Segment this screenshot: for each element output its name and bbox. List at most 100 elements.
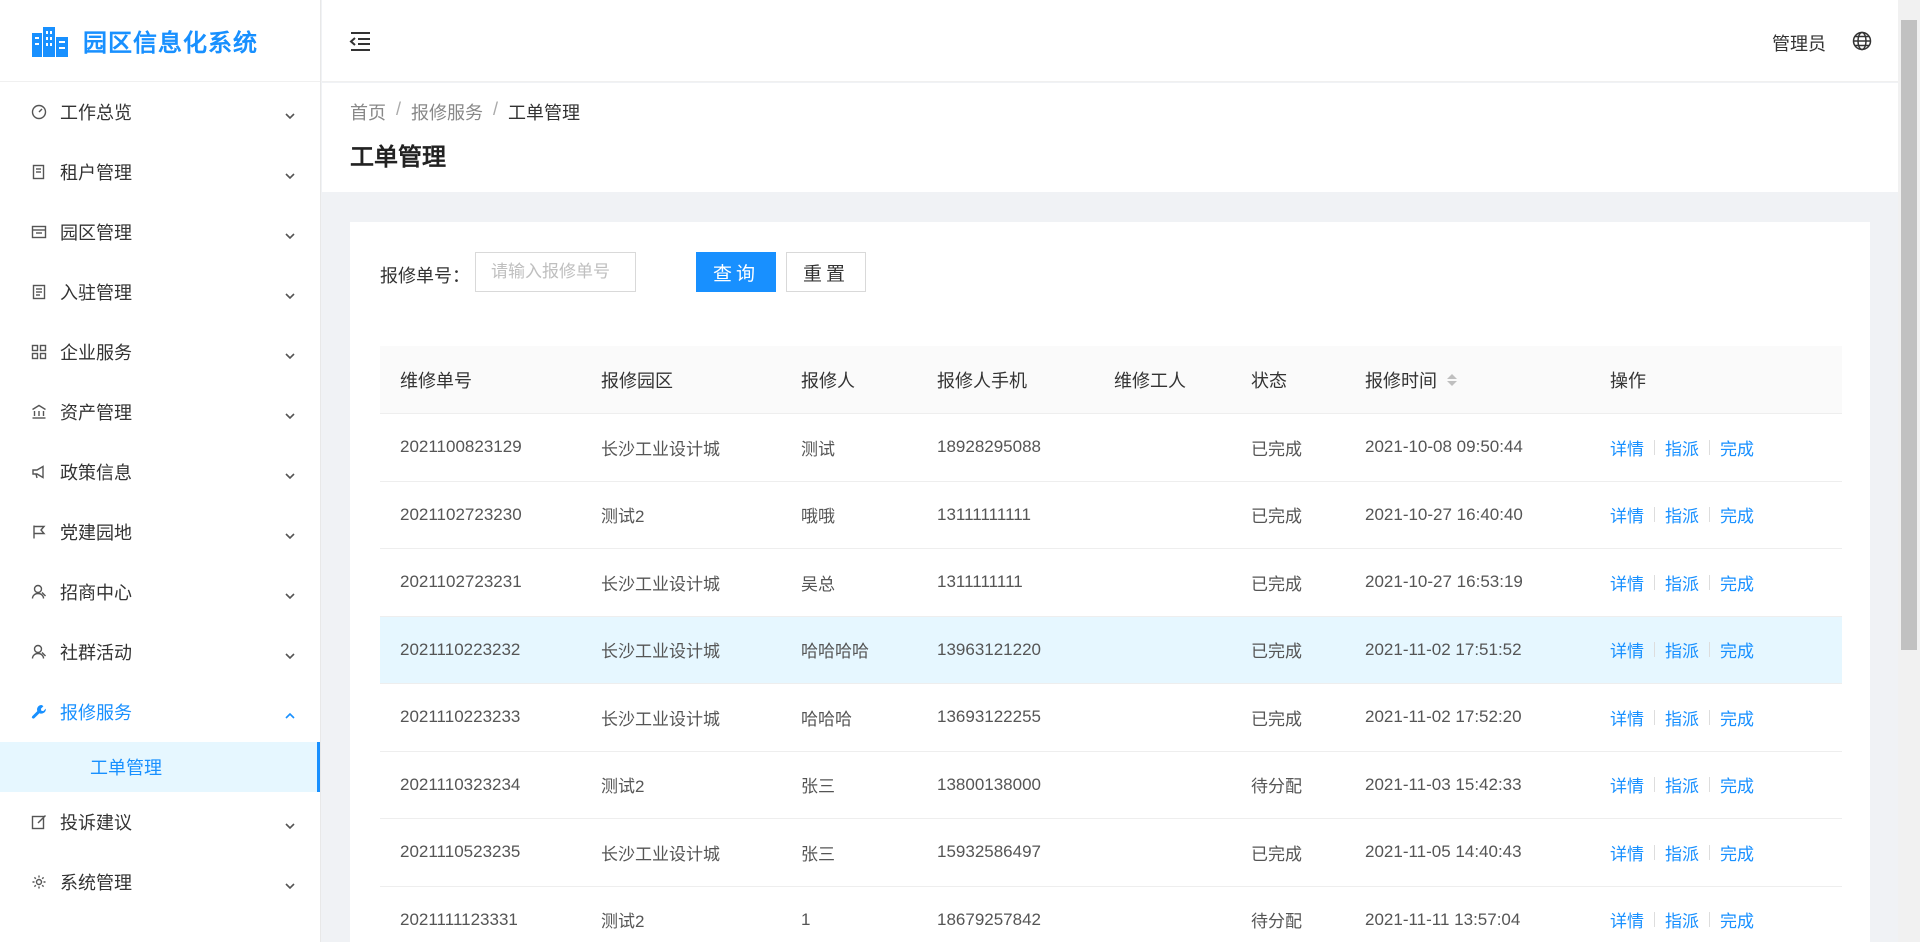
cell-reporter: 张三 <box>801 844 835 864</box>
sidebar-item-10[interactable]: 报修服务 <box>0 682 320 742</box>
wrench-icon <box>30 703 48 721</box>
detail-link[interactable]: 详情 <box>1610 772 1644 797</box>
table-row[interactable]: 2021110523235 长沙工业设计城 张三 15932586497 已完成 2021… <box>380 819 1842 887</box>
detail-link[interactable]: 详情 <box>1610 570 1644 595</box>
chevron-down-icon <box>284 646 296 660</box>
edit-icon <box>30 813 48 831</box>
assign-link[interactable]: 指派 <box>1665 772 1699 797</box>
sidebar-item-label: 资产管理 <box>60 403 132 423</box>
cell-actions: 详情 指派 完成 <box>1590 705 1842 730</box>
col-header-actions: 操作 <box>1610 370 1646 391</box>
complete-link[interactable]: 完成 <box>1720 502 1754 527</box>
action-divider <box>1709 574 1710 590</box>
cell-phone: 13800138000 <box>937 774 1042 794</box>
sidebar-item-12[interactable]: 系统管理 <box>0 852 320 912</box>
sidebar-item-5[interactable]: 资产管理 <box>0 382 320 442</box>
cell-order-no: 2021100823129 <box>400 437 522 457</box>
cell-order-no: 2021110223232 <box>400 639 521 659</box>
assign-link[interactable]: 指派 <box>1665 435 1699 460</box>
table-row[interactable]: 2021110223233 长沙工业设计城 哈哈哈 13693122255 已完成 202… <box>380 684 1842 752</box>
complete-link[interactable]: 完成 <box>1720 637 1754 662</box>
gear-icon <box>30 873 48 891</box>
table-header: 维修单号 报修园区 报修人 报修人手机 维修工人 状态 报修时间 操作 <box>380 346 1842 414</box>
action-divider <box>1709 439 1710 455</box>
grid-icon <box>30 343 48 361</box>
table-row[interactable]: 2021102723230 测试2 哦哦 13111111111 已完成 2021-10-… <box>380 482 1842 549</box>
detail-link[interactable]: 详情 <box>1610 435 1644 460</box>
sidebar-item-3[interactable]: 入驻管理 <box>0 262 320 322</box>
work-order-table: 维修单号 报修园区 报修人 报修人手机 维修工人 状态 报修时间 操作 2021… <box>380 346 1842 942</box>
detail-link[interactable]: 详情 <box>1610 502 1644 527</box>
cell-park: 测试2 <box>601 507 645 527</box>
cell-status: 已完成 <box>1251 844 1302 864</box>
action-divider <box>1654 574 1655 590</box>
globe-icon[interactable] <box>1852 31 1872 51</box>
user-name[interactable]: 管理员 <box>1772 30 1826 56</box>
complete-link[interactable]: 完成 <box>1720 840 1754 865</box>
table-row[interactable]: 2021110223232 长沙工业设计城 哈哈哈哈 13963121220 已完成 20… <box>380 616 1842 684</box>
sidebar-item-1[interactable]: 租户管理 <box>0 142 320 202</box>
assign-link[interactable]: 指派 <box>1665 502 1699 527</box>
detail-link[interactable]: 详情 <box>1610 705 1644 730</box>
sidebar-item-6[interactable]: 政策信息 <box>0 442 320 502</box>
sort-icon[interactable] <box>1447 373 1457 386</box>
sidebar-item-2[interactable]: 园区管理 <box>0 202 320 262</box>
table-row[interactable]: 2021100823129 长沙工业设计城 测试 18928295088 已完成 2021… <box>380 414 1842 482</box>
detail-link[interactable]: 详情 <box>1610 907 1644 932</box>
cell-reporter: 1 <box>801 909 811 929</box>
complete-link[interactable]: 完成 <box>1720 907 1754 932</box>
table-row[interactable]: 2021111123331 测试2 1 18679257842 待分配 2021-11-1… <box>380 887 1842 942</box>
assign-link[interactable]: 指派 <box>1665 840 1699 865</box>
assign-link[interactable]: 指派 <box>1665 907 1699 932</box>
assign-link[interactable]: 指派 <box>1665 705 1699 730</box>
sidebar-item-4[interactable]: 企业服务 <box>0 322 320 382</box>
chevron-down-icon <box>284 286 296 300</box>
page-scrollbar[interactable] <box>1898 0 1920 942</box>
sidebar-item-0[interactable]: 工作总览 <box>0 82 320 142</box>
query-button[interactable]: 查询 <box>696 252 776 292</box>
sidebar-item-9[interactable]: 社群活动 <box>0 622 320 682</box>
detail-link[interactable]: 详情 <box>1610 637 1644 662</box>
action-divider <box>1709 642 1710 658</box>
complete-link[interactable]: 完成 <box>1720 570 1754 595</box>
col-header-time[interactable]: 报修时间 <box>1345 367 1590 393</box>
search-input[interactable] <box>475 252 636 292</box>
user-icon <box>30 643 48 661</box>
chevron-down-icon <box>284 466 296 480</box>
search-label: 报修单号： <box>380 266 470 286</box>
action-divider <box>1654 777 1655 793</box>
breadcrumb-home[interactable]: 首页 <box>350 99 386 125</box>
cell-status: 已完成 <box>1251 709 1302 729</box>
cell-actions: 详情 指派 完成 <box>1590 637 1842 662</box>
complete-link[interactable]: 完成 <box>1720 705 1754 730</box>
assign-link[interactable]: 指派 <box>1665 570 1699 595</box>
action-divider <box>1654 912 1655 928</box>
assign-link[interactable]: 指派 <box>1665 637 1699 662</box>
cell-reporter: 张三 <box>801 777 835 797</box>
sidebar-item-11[interactable]: 投诉建议 <box>0 792 320 852</box>
chevron-down-icon <box>284 166 296 180</box>
menu-fold-icon[interactable] <box>348 30 372 52</box>
breadcrumb-section[interactable]: 报修服务 <box>411 99 483 125</box>
col-header-order-no: 维修单号 <box>400 370 472 391</box>
breadcrumb-separator: / <box>396 99 402 119</box>
sidebar-item-label: 企业服务 <box>60 343 132 363</box>
cell-time: 2021-11-02 17:51:52 <box>1365 639 1522 659</box>
table-row[interactable]: 2021102723231 长沙工业设计城 吴总 1311111111 已完成 2021-… <box>380 549 1842 617</box>
submenu-item-work-order[interactable]: 工单管理 <box>0 742 320 792</box>
table-row[interactable]: 2021110323234 测试2 张三 13800138000 待分配 2021-11-… <box>380 752 1842 819</box>
cell-phone: 18928295088 <box>937 437 1042 457</box>
col-header-time-label: 报修时间 <box>1365 370 1437 391</box>
detail-link[interactable]: 详情 <box>1610 840 1644 865</box>
scrollbar-thumb[interactable] <box>1901 20 1917 650</box>
cell-park: 长沙工业设计城 <box>601 844 720 864</box>
complete-link[interactable]: 完成 <box>1720 435 1754 460</box>
action-divider <box>1654 709 1655 725</box>
reset-button[interactable]: 重置 <box>786 252 866 292</box>
table-body: 2021100823129 长沙工业设计城 测试 18928295088 已完成 2021… <box>380 414 1842 942</box>
cell-time: 2021-10-08 09:50:44 <box>1365 437 1523 457</box>
complete-link[interactable]: 完成 <box>1720 772 1754 797</box>
sidebar-item-8[interactable]: 招商中心 <box>0 562 320 622</box>
cell-reporter: 哦哦 <box>801 507 835 527</box>
sidebar-item-7[interactable]: 党建园地 <box>0 502 320 562</box>
